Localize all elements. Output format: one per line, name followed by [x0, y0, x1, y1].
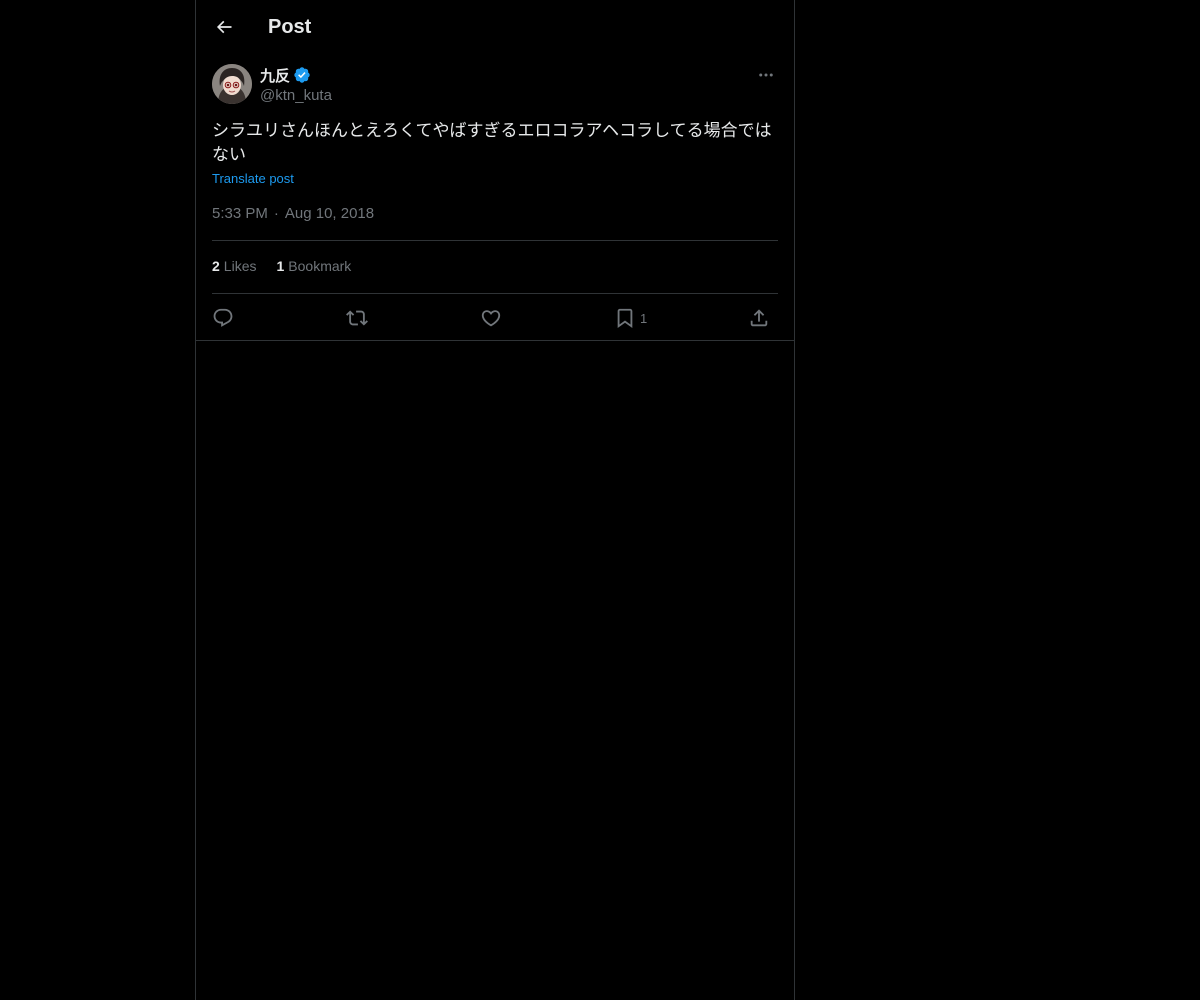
avatar[interactable]	[212, 64, 252, 104]
bookmark-count: 1	[640, 310, 648, 326]
heart-icon	[480, 307, 502, 329]
stats-row: 2 Likes 1 Bookmark	[212, 256, 371, 276]
bookmarks-label: Bookmark	[288, 258, 352, 274]
author-names: 九反 @ktn_kuta	[260, 64, 332, 106]
display-name[interactable]: 九反	[260, 65, 290, 86]
like-button[interactable]	[480, 305, 502, 331]
verified-badge-icon	[293, 66, 311, 84]
likes-stat[interactable]: 2 Likes	[212, 256, 256, 276]
bookmarks-stat[interactable]: 1 Bookmark	[276, 256, 351, 276]
bookmark-icon	[614, 307, 636, 329]
likes-label: Likes	[223, 258, 257, 274]
bookmarks-count: 1	[276, 258, 285, 274]
post-text: シラユリさんほんとえろくてやばすぎるエロコラアヘコラしてる場合ではない	[212, 121, 772, 164]
divider-middle	[212, 293, 778, 294]
page-header: Post	[196, 0, 794, 53]
page-title: Post	[268, 16, 312, 38]
post-date[interactable]: Aug 10, 2018	[285, 204, 374, 224]
timestamp-row: 5:33 PM · Aug 10, 2018	[212, 204, 374, 224]
back-button[interactable]	[207, 10, 241, 44]
main-column: Post 九反 @ktn_kuta シラユリさんほんとえろくてやばすぎるエロコラ…	[195, 0, 795, 1000]
action-bar: 1	[212, 305, 778, 331]
repost-icon	[346, 307, 368, 329]
reply-icon	[212, 307, 234, 329]
share-button[interactable]	[748, 305, 770, 331]
repost-button[interactable]	[346, 305, 368, 331]
divider-bottom	[196, 340, 794, 341]
bookmark-button[interactable]: 1	[614, 305, 647, 331]
more-options-button[interactable]	[754, 64, 778, 86]
translate-post-link[interactable]: Translate post	[212, 170, 294, 188]
share-icon	[748, 307, 770, 329]
likes-count: 2	[212, 258, 220, 274]
separator-dot: ·	[273, 205, 279, 222]
display-name-row: 九反	[260, 64, 332, 86]
reply-button[interactable]	[212, 305, 234, 331]
author-row: 九反 @ktn_kuta	[212, 64, 778, 106]
more-horizontal-icon	[757, 66, 775, 84]
post-time[interactable]: 5:33 PM	[212, 204, 268, 224]
arrow-left-icon	[214, 17, 234, 37]
author-handle[interactable]: @ktn_kuta	[260, 86, 332, 106]
post: 九反 @ktn_kuta シラユリさんほんとえろくてやばすぎるエロコラアヘコラし…	[212, 64, 778, 222]
divider-top	[212, 240, 778, 241]
